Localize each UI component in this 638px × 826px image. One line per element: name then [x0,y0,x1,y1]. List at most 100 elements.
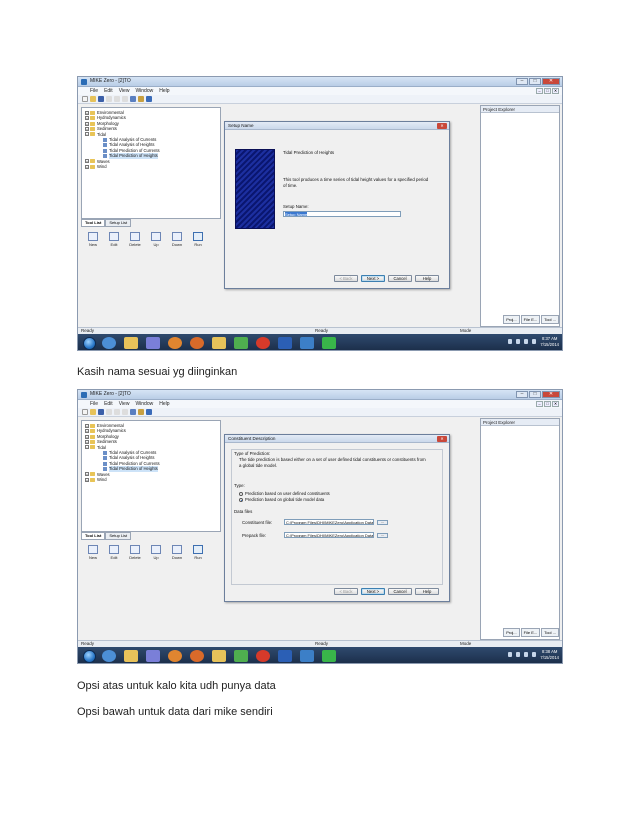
edit-button[interactable]: Edit [107,232,121,247]
expand-icon[interactable]: − [85,132,89,137]
mdi-restore-button[interactable]: □ [544,88,551,94]
tab-tool-list[interactable]: Tool List [81,532,106,540]
app-icon[interactable] [234,650,248,662]
word-icon[interactable] [278,650,292,662]
network-icon[interactable] [524,339,529,344]
paste-icon[interactable] [122,96,128,102]
expand-icon[interactable]: + [85,159,89,164]
paint-icon[interactable] [300,650,314,662]
clock[interactable]: 8:37 AM 7/15/2014 [540,336,559,347]
expand-icon[interactable]: + [85,472,89,477]
flag-icon[interactable] [516,652,521,657]
cancel-button[interactable]: Cancel [388,275,412,282]
tab-setup-list[interactable]: Setup List [105,532,132,540]
open-folder-icon[interactable] [90,96,96,102]
project-tab-1[interactable]: File E... [520,628,541,637]
line-icon[interactable] [322,337,336,349]
prepack-browse-button[interactable]: ... [377,533,388,538]
expand-icon[interactable]: + [85,423,89,428]
menu-file[interactable]: File [90,87,98,95]
back-button[interactable]: < Back [334,275,358,282]
chrome-icon[interactable] [102,337,116,349]
project-tab-0[interactable]: Proj... [503,628,520,637]
delete-button[interactable]: Delete [128,545,142,560]
media-icon[interactable] [146,650,160,662]
maximize-button[interactable]: □ [529,78,541,85]
start-button[interactable] [83,649,96,663]
open-folder-icon[interactable] [90,409,96,415]
opera-icon[interactable] [256,650,270,662]
cut-icon[interactable] [106,409,112,415]
setup-name-input[interactable]: Setup Name [283,211,401,217]
radio-button[interactable] [239,491,243,496]
dialog-close-button[interactable]: ✕ [437,123,447,129]
up-button[interactable]: Up [149,232,163,247]
menu-view[interactable]: View [119,400,130,408]
explorer-icon[interactable] [124,650,138,662]
expand-icon[interactable]: − [85,445,89,450]
clock[interactable]: 8:38 AM 7/15/2014 [540,649,559,660]
new-button[interactable]: New [86,545,100,560]
delete-button[interactable]: Delete [128,232,142,247]
next-button[interactable]: Next > [361,275,385,282]
menu-file[interactable]: File [90,400,98,408]
cut-icon[interactable] [106,96,112,102]
run-button[interactable]: Run [191,545,205,560]
line-icon[interactable] [322,650,336,662]
folder-icon[interactable] [212,650,226,662]
menu-edit[interactable]: Edit [104,400,113,408]
back-button[interactable]: < Back [334,588,358,595]
opera-icon[interactable] [256,337,270,349]
run-button[interactable]: Run [191,232,205,247]
flag-icon[interactable] [516,339,521,344]
help-icon[interactable] [146,409,152,415]
new-button[interactable]: New [86,232,100,247]
tab-setup-list[interactable]: Setup List [105,219,132,227]
constituent-browse-button[interactable]: ... [377,520,388,525]
expand-icon[interactable]: + [85,121,89,126]
project-tab-2[interactable]: Tool ... [541,315,559,324]
dialog-close-button[interactable]: ✕ [437,436,447,442]
tray-arrow-icon[interactable] [508,339,513,344]
menu-help[interactable]: Help [159,87,169,95]
firefox-icon[interactable] [168,650,182,662]
menu-edit[interactable]: Edit [104,87,113,95]
media-icon[interactable] [146,337,160,349]
explorer-icon[interactable] [124,337,138,349]
firefox-icon[interactable] [168,337,182,349]
menu-window[interactable]: Window [135,400,153,408]
expand-icon[interactable]: + [85,110,89,115]
mdi-minimize-button[interactable]: – [536,88,543,94]
save-icon[interactable] [98,96,104,102]
expand-icon[interactable]: + [85,126,89,131]
project-tab-1[interactable]: File E... [520,315,541,324]
mdi-close-button[interactable]: ✕ [552,401,559,407]
print-icon[interactable] [130,96,136,102]
expand-icon[interactable]: + [85,429,89,434]
copy-icon[interactable] [114,96,120,102]
help-icon[interactable] [146,96,152,102]
expand-icon[interactable]: + [85,477,89,482]
up-button[interactable]: Up [149,545,163,560]
firefox-icon-2[interactable] [190,650,204,662]
new-file-icon[interactable] [82,96,88,102]
prepack-file-input[interactable]: C:\Program Files\DHI\MIKEZero\Applicatio… [284,532,374,538]
expand-icon[interactable]: + [85,434,89,439]
menu-help[interactable]: Help [159,400,169,408]
print-icon[interactable] [130,409,136,415]
volume-icon[interactable] [532,652,537,657]
radio-prediction-based-on-global-tide-model-data[interactable]: Prediction based on global tide model da… [239,497,324,502]
tab-tool-list[interactable]: Tool List [81,219,106,227]
paste-icon[interactable] [122,409,128,415]
close-button[interactable]: ✕ [542,78,560,85]
chrome-icon[interactable] [102,650,116,662]
edit-button[interactable]: Edit [107,545,121,560]
help-button[interactable]: Help [415,275,439,282]
next-button[interactable]: Next > [361,588,385,595]
tree-item-wind[interactable]: + Wind [85,477,217,482]
new-file-icon[interactable] [82,409,88,415]
volume-icon[interactable] [532,339,537,344]
mdi-restore-button[interactable]: □ [544,401,551,407]
down-button[interactable]: Down [170,232,184,247]
minimize-button[interactable]: – [516,78,528,85]
